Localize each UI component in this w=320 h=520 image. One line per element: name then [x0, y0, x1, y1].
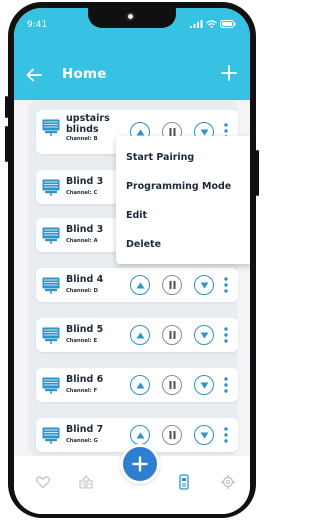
blind-name: Blind 4	[66, 274, 104, 285]
back-arrow-icon[interactable]	[25, 66, 43, 84]
signal-icon	[190, 20, 203, 28]
stop-button[interactable]	[162, 275, 182, 295]
notch	[88, 8, 176, 28]
down-arrow-icon	[200, 382, 209, 389]
up-arrow-icon	[136, 332, 145, 339]
pause-icon	[169, 331, 176, 339]
context-menu: Start Pairing Programming Mode Edit Dele…	[116, 136, 250, 264]
close-button[interactable]	[194, 375, 214, 395]
close-button[interactable]	[194, 425, 214, 445]
status-icons	[190, 20, 236, 28]
close-button[interactable]	[194, 325, 214, 345]
blind-name: Blind 3	[66, 224, 104, 235]
stop-button[interactable]	[162, 325, 182, 345]
blind-icon	[42, 227, 60, 244]
blind-icon	[42, 119, 60, 136]
pause-icon	[169, 431, 176, 439]
battery-icon	[220, 20, 236, 28]
volume-button	[5, 96, 8, 118]
up-arrow-icon	[136, 432, 145, 439]
down-arrow-icon	[200, 282, 209, 289]
pause-icon	[169, 281, 176, 289]
stop-button[interactable]	[162, 425, 182, 445]
camera-icon	[126, 12, 135, 21]
menu-item-programming-mode[interactable]: Programming Mode	[126, 181, 231, 192]
close-button[interactable]	[194, 275, 214, 295]
bottom-nav	[14, 444, 250, 514]
up-arrow-icon	[136, 382, 145, 389]
pause-icon	[169, 381, 176, 389]
blind-name: Blind 6	[66, 374, 104, 385]
blind-icon	[42, 327, 60, 344]
blind-name: Blind 5	[66, 324, 104, 335]
page-title: Home	[62, 66, 107, 82]
more-options-icon[interactable]	[224, 326, 228, 344]
add-icon[interactable]	[220, 64, 238, 82]
blind-card[interactable]: Blind 4 Channel: D	[36, 268, 238, 302]
open-button[interactable]	[130, 425, 150, 445]
more-options-icon[interactable]	[224, 276, 228, 294]
down-arrow-icon	[200, 332, 209, 339]
open-button[interactable]	[130, 325, 150, 345]
blind-channel: Channel: G	[66, 438, 98, 444]
blind-card[interactable]: Blind 5 Channel: E	[36, 318, 238, 352]
blind-icon	[42, 377, 60, 394]
blind-channel: Channel: D	[66, 288, 98, 294]
blind-icon	[42, 427, 60, 444]
heart-icon[interactable]	[35, 474, 51, 490]
power-button	[256, 150, 259, 196]
pause-icon	[169, 128, 176, 136]
blind-channel: Channel: C	[66, 190, 98, 196]
up-arrow-icon	[136, 129, 145, 136]
group-icon[interactable]	[78, 474, 94, 490]
blind-channel: Channel: B	[66, 136, 98, 142]
add-fab-button[interactable]	[120, 444, 160, 484]
app-screen: 9:41 Home upstairs blinds Channel: B Bli…	[14, 8, 250, 514]
blind-channel: Channel: A	[66, 238, 98, 244]
blind-channel: Channel: F	[66, 388, 98, 394]
stop-button[interactable]	[162, 375, 182, 395]
more-options-icon[interactable]	[224, 426, 228, 444]
blind-icon	[42, 179, 60, 196]
down-arrow-icon	[200, 432, 209, 439]
down-arrow-icon	[200, 129, 209, 136]
blind-card[interactable]: Blind 6 Channel: F	[36, 368, 238, 402]
settings-icon[interactable]	[220, 474, 236, 490]
blind-name: upstairs blinds	[66, 113, 110, 135]
menu-item-delete[interactable]: Delete	[126, 239, 161, 250]
status-time: 9:41	[27, 20, 48, 30]
blind-name: Blind 3	[66, 176, 104, 187]
add-icon	[132, 456, 148, 472]
blind-name: Blind 7	[66, 424, 104, 435]
menu-item-edit[interactable]: Edit	[126, 210, 147, 221]
open-button[interactable]	[130, 275, 150, 295]
blind-channel: Channel: E	[66, 338, 98, 344]
volume-button	[5, 126, 8, 162]
menu-item-start-pairing[interactable]: Start Pairing	[126, 152, 194, 163]
open-button[interactable]	[130, 375, 150, 395]
more-options-icon[interactable]	[224, 376, 228, 394]
remote-icon[interactable]	[176, 474, 192, 490]
wifi-icon	[206, 20, 217, 28]
up-arrow-icon	[136, 282, 145, 289]
blind-icon	[42, 277, 60, 294]
